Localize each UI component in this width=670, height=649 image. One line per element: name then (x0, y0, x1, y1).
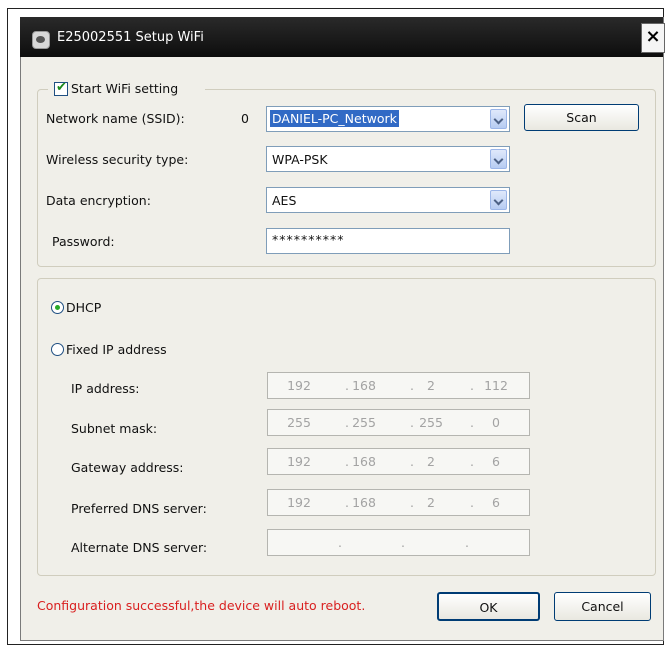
ip-octet: 168 (352, 378, 376, 393)
fixed-ip-radio[interactable] (51, 343, 64, 356)
ip-separator: . (470, 415, 474, 430)
ip-octet: 6 (492, 495, 500, 510)
security-type-value: WPA-PSK (272, 152, 328, 167)
chevron-down-icon[interactable] (490, 109, 507, 129)
ip-address-label: IP address: (71, 381, 140, 396)
dhcp-label[interactable]: DHCP (66, 300, 101, 315)
password-value: ********** (272, 232, 345, 247)
security-type-label: Wireless security type: (46, 152, 189, 167)
chevron-down-icon[interactable] (490, 149, 507, 169)
chevron-down-icon[interactable] (490, 190, 507, 210)
alternate-dns-field[interactable]: . . . (267, 529, 530, 556)
check-icon: ✔ (56, 80, 67, 95)
ip-octet: 255 (352, 415, 376, 430)
ssid-value: DANIEL-PC_Network (270, 110, 399, 127)
ok-button[interactable]: OK (437, 592, 540, 621)
close-button[interactable]: × (641, 23, 665, 53)
dhcp-radio[interactable] (51, 301, 64, 314)
status-message: Configuration successful,the device will… (37, 598, 366, 613)
start-wifi-label[interactable]: Start WiFi setting (71, 81, 178, 96)
ip-separator: . (470, 378, 474, 393)
data-encryption-select[interactable]: AES (266, 187, 510, 213)
radio-selected-dot (55, 305, 60, 310)
security-type-select[interactable]: WPA-PSK (266, 146, 510, 172)
data-encryption-value: AES (272, 193, 297, 208)
data-encryption-label: Data encryption: (46, 193, 151, 208)
ip-octet: 192 (287, 378, 311, 393)
ip-octet: 0 (492, 415, 500, 430)
ip-separator: . (465, 535, 469, 550)
ip-separator: . (338, 535, 342, 550)
ip-octet: 6 (492, 454, 500, 469)
ssid-label: Network name (SSID): (46, 111, 185, 126)
fixed-ip-label[interactable]: Fixed IP address (66, 342, 167, 357)
scan-button[interactable]: Scan (524, 104, 639, 131)
subnet-mask-label: Subnet mask: (71, 421, 158, 436)
ip-octet: 192 (287, 454, 311, 469)
start-wifi-checkbox[interactable]: ✔ (54, 80, 68, 96)
password-label: Password: (52, 234, 115, 249)
ip-address-field[interactable]: 192 . 168 . 2 . 112 (267, 372, 530, 399)
cancel-button[interactable]: Cancel (554, 592, 651, 621)
preferred-dns-label: Preferred DNS server: (71, 501, 207, 516)
ip-octet: 168 (352, 495, 376, 510)
ssid-index: 0 (241, 111, 249, 126)
ip-octet: 112 (484, 378, 508, 393)
ip-separator: . (401, 535, 405, 550)
password-field[interactable]: ********** (266, 228, 510, 254)
ip-octet: 192 (287, 495, 311, 510)
ip-octet: 168 (352, 454, 376, 469)
app-icon (32, 31, 50, 49)
ip-separator: . (470, 454, 474, 469)
ip-octet: 2 (427, 495, 435, 510)
gateway-address-field[interactable]: 192 . 168 . 2 . 6 (267, 448, 530, 475)
dialog-title: E25002551 Setup WiFi (57, 30, 204, 45)
ip-separator: . (470, 495, 474, 510)
ip-octet: 255 (419, 415, 443, 430)
subnet-mask-field[interactable]: 255 . 255 . 255 . 0 (267, 409, 530, 436)
alternate-dns-label: Alternate DNS server: (71, 540, 208, 555)
gateway-address-label: Gateway address: (71, 460, 184, 475)
ip-octet: 2 (427, 454, 435, 469)
ip-octet: 255 (287, 415, 311, 430)
ip-octet: 2 (427, 378, 435, 393)
ssid-combobox[interactable]: DANIEL-PC_Network (266, 106, 510, 132)
preferred-dns-field[interactable]: 192 . 168 . 2 . 6 (267, 489, 530, 516)
